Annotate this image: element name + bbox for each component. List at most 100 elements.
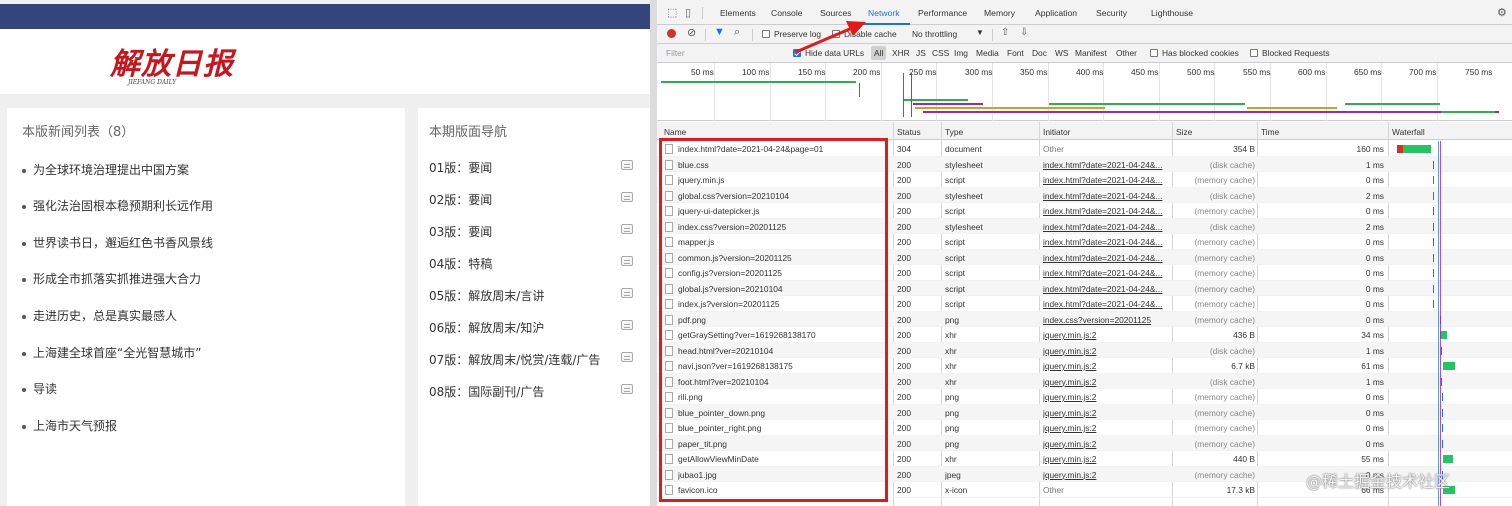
pdf-icon[interactable] — [621, 352, 633, 362]
devtools-resize-handle[interactable] — [650, 0, 657, 506]
request-initiator[interactable]: jquery.min.js:2 — [1043, 454, 1169, 464]
column-waterfall[interactable]: Waterfall — [1392, 127, 1425, 137]
inspect-element-icon[interactable]: ⬚ — [667, 6, 677, 19]
request-initiator[interactable]: jquery.min.js:2 — [1043, 330, 1169, 340]
network-overview-timeline[interactable]: 50 ms 100 ms 150 ms 200 ms 250 ms 300 ms… — [657, 63, 1512, 121]
request-initiator[interactable]: index.html?date=2021-04-24&... — [1043, 299, 1169, 309]
filter-input[interactable]: Filter — [666, 48, 685, 58]
request-initiator[interactable]: index.html?date=2021-04-24&... — [1043, 268, 1169, 278]
waterfall-bar — [1403, 145, 1431, 153]
request-initiator[interactable]: jquery.min.js:2 — [1043, 470, 1169, 480]
clear-icon[interactable]: ⊘ — [687, 26, 696, 39]
filter-all[interactable]: All — [871, 46, 887, 60]
request-initiator[interactable]: jquery.min.js:2 — [1043, 346, 1169, 356]
column-status[interactable]: Status — [897, 127, 921, 137]
blocked-requests-checkbox[interactable] — [1250, 49, 1258, 57]
settings-gear-icon[interactable]: ⚙ — [1497, 6, 1507, 19]
filter-css[interactable]: CSS — [932, 48, 949, 58]
request-initiator[interactable]: jquery.min.js:2 — [1043, 439, 1169, 449]
column-size[interactable]: Size — [1176, 127, 1192, 137]
request-type: png — [945, 438, 959, 449]
tab-elements[interactable]: Elements — [720, 8, 756, 18]
tab-application[interactable]: Application — [1035, 8, 1077, 18]
news-item[interactable]: 导读 — [22, 380, 57, 397]
request-size: 6.7 kB — [1231, 361, 1255, 371]
column-time[interactable]: Time — [1261, 127, 1279, 137]
request-initiator[interactable]: index.html?date=2021-04-24&... — [1043, 160, 1169, 170]
pdf-icon[interactable] — [621, 256, 633, 266]
request-initiator[interactable]: jquery.min.js:2 — [1043, 423, 1169, 433]
request-initiator[interactable]: index.html?date=2021-04-24&... — [1043, 237, 1169, 247]
request-initiator[interactable]: jquery.min.js:2 — [1043, 377, 1169, 387]
request-initiator[interactable]: index.html?date=2021-04-24&... — [1043, 191, 1169, 201]
filter-icon[interactable]: ▼ — [714, 26, 725, 38]
page-nav-item[interactable]: 03版：要闻 — [429, 223, 492, 240]
request-initiator[interactable]: Other — [1043, 144, 1169, 154]
pdf-icon[interactable] — [621, 320, 633, 330]
filter-media[interactable]: Media — [976, 48, 999, 58]
page-nav-item[interactable]: 02版：要闻 — [429, 191, 492, 208]
column-initiator[interactable]: Initiator — [1043, 127, 1070, 137]
news-item[interactable]: 为全球环境治理提出中国方案 — [22, 161, 189, 178]
filter-other[interactable]: Other — [1116, 48, 1137, 58]
throttling-select[interactable]: No throttling — [912, 29, 957, 39]
page-nav-item[interactable]: 05版：解放周末/言讲 — [429, 287, 544, 304]
request-initiator[interactable]: index.html?date=2021-04-24&... — [1043, 206, 1169, 216]
news-item[interactable]: 上海建全球首座“全光智慧城市” — [22, 344, 201, 361]
filter-xhr[interactable]: XHR — [892, 48, 910, 58]
column-type[interactable]: Type — [945, 127, 963, 137]
page-nav-item[interactable]: 04版：特稿 — [429, 255, 492, 272]
tab-memory[interactable]: Memory — [984, 8, 1015, 18]
record-icon[interactable] — [667, 29, 676, 38]
pdf-icon[interactable] — [621, 384, 633, 394]
news-item[interactable]: 上海市天气预报 — [22, 417, 117, 434]
hide-data-urls-checkbox[interactable] — [793, 49, 801, 57]
request-time: 0 ms — [1365, 407, 1384, 418]
filter-ws[interactable]: WS — [1055, 48, 1069, 58]
pdf-icon[interactable] — [621, 160, 633, 170]
tab-lighthouse[interactable]: Lighthouse — [1151, 8, 1193, 18]
tab-network[interactable]: Network — [868, 8, 900, 18]
request-type: script — [945, 268, 966, 278]
request-initiator[interactable]: jquery.min.js:2 — [1043, 361, 1169, 371]
request-initiator[interactable]: jquery.min.js:2 — [1043, 408, 1169, 418]
disable-cache-checkbox[interactable] — [832, 30, 840, 38]
pdf-icon[interactable] — [621, 288, 633, 298]
tab-console[interactable]: Console — [771, 8, 803, 18]
divider — [702, 7, 703, 19]
news-item[interactable]: 形成全市抓落实抓推进强大合力 — [22, 270, 201, 287]
tab-security[interactable]: Security — [1096, 8, 1127, 18]
request-initiator[interactable]: index.css?version=20201125 — [1043, 315, 1169, 325]
tab-performance[interactable]: Performance — [918, 8, 967, 18]
chevron-down-icon[interactable]: ▼ — [976, 28, 984, 37]
news-item[interactable]: 强化法治固根本稳预期利长远作用 — [22, 197, 213, 214]
request-initiator[interactable]: index.html?date=2021-04-24&... — [1043, 175, 1169, 185]
page-nav-item[interactable]: 06版：解放周末/知沪 — [429, 319, 544, 336]
request-initiator[interactable]: index.html?date=2021-04-24&... — [1043, 284, 1169, 294]
preserve-log-checkbox[interactable] — [762, 30, 770, 38]
filter-doc[interactable]: Doc — [1032, 48, 1047, 58]
has-blocked-cookies-checkbox[interactable] — [1150, 49, 1158, 57]
pdf-icon[interactable] — [621, 224, 633, 234]
column-name[interactable]: Name — [664, 127, 686, 137]
filter-manifest[interactable]: Manifest — [1075, 48, 1107, 58]
filter-img[interactable]: Img — [954, 48, 968, 58]
request-initiator[interactable]: Other — [1043, 485, 1169, 495]
request-initiator[interactable]: index.html?date=2021-04-24&... — [1043, 222, 1169, 232]
news-item[interactable]: 走进历史，总是真实最感人 — [22, 307, 177, 324]
tab-sources[interactable]: Sources — [820, 8, 852, 18]
page-nav-item[interactable]: 08版：国际副刊/广告 — [429, 383, 544, 400]
search-icon[interactable]: ⌕ — [734, 26, 740, 39]
pdf-icon[interactable] — [621, 192, 633, 202]
news-item[interactable]: 世界读书日，邂逅红色书香风景线 — [22, 234, 213, 251]
jiefang-daily-logo[interactable]: 解放日报 JIEFANG DAILY — [108, 39, 233, 89]
filter-js[interactable]: JS — [916, 48, 926, 58]
request-initiator[interactable]: index.html?date=2021-04-24&... — [1043, 253, 1169, 263]
device-toolbar-icon[interactable]: ▯ — [685, 6, 691, 19]
request-initiator[interactable]: jquery.min.js:2 — [1043, 392, 1169, 402]
filter-font[interactable]: Font — [1007, 48, 1024, 58]
page-nav-item[interactable]: 07版：解放周末/悦赏/连载/广告 — [429, 351, 600, 368]
export-har-icon[interactable]: ⇩ — [1020, 27, 1028, 38]
import-har-icon[interactable]: ⇧ — [1001, 27, 1009, 38]
page-nav-item[interactable]: 01版：要闻 — [429, 159, 492, 176]
